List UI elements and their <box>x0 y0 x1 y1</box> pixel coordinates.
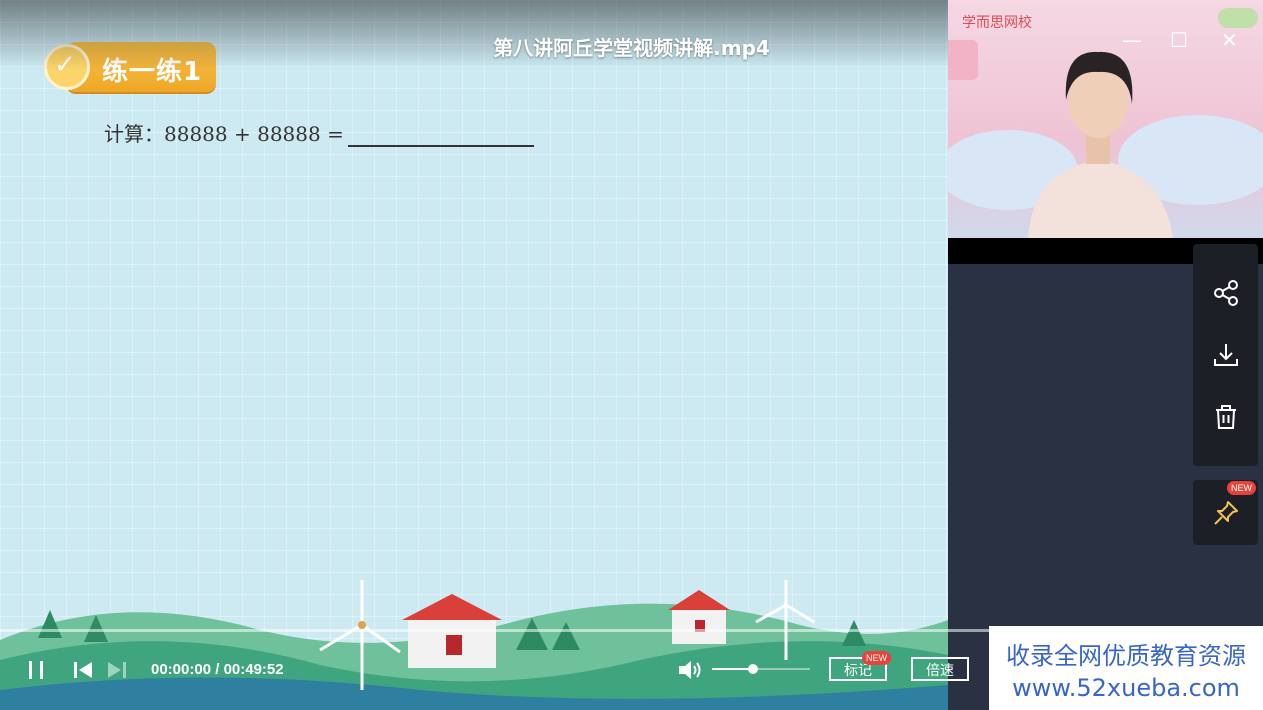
download-icon[interactable] <box>1211 340 1241 370</box>
pin-icon <box>1214 501 1238 525</box>
side-tool-panel <box>1193 244 1258 466</box>
presenter-illustration <box>948 8 1263 238</box>
question-prefix: 计算： <box>104 122 164 146</box>
volume-icon[interactable] <box>677 658 703 682</box>
volume-fill <box>712 668 754 670</box>
pause-icon[interactable] <box>26 660 48 680</box>
pin-button[interactable]: NEW <box>1193 480 1258 545</box>
pin-new-tag: NEW <box>1227 481 1256 495</box>
time-separator: / <box>211 661 224 678</box>
close-button[interactable]: ✕ <box>1221 28 1238 52</box>
time-display: 00:00:00 / 00:49:52 <box>151 661 284 678</box>
current-time: 00:00:00 <box>151 661 212 678</box>
next-icon[interactable] <box>106 660 128 680</box>
watermark-banner: 收录全网优质教育资源 www.52xueba.com <box>989 626 1263 710</box>
question-expression: 88888 + 88888 = <box>164 122 344 146</box>
landscape-illustration <box>0 580 948 710</box>
watermark-line2: www.52xueba.com <box>1012 674 1240 702</box>
minimize-button[interactable]: — <box>1122 28 1142 52</box>
maximize-button[interactable]: ☐ <box>1170 28 1188 52</box>
speed-button[interactable]: 倍速 <box>911 657 969 681</box>
answer-blank <box>347 125 534 147</box>
video-canvas[interactable]: ✓ 练一练1 计算：88888 + 88888 = <box>0 0 948 710</box>
brand-logo: 学而思网校 <box>962 15 1032 31</box>
trash-icon[interactable] <box>1211 402 1241 432</box>
share-icon[interactable] <box>1211 278 1241 308</box>
previous-icon[interactable] <box>72 660 94 680</box>
mark-new-tag: NEW <box>862 651 891 665</box>
presenter-camera: 学而思网校 <box>948 0 1263 238</box>
watermark-line1: 收录全网优质教育资源 <box>1006 642 1246 670</box>
total-time: 00:49:52 <box>223 661 284 678</box>
volume-slider[interactable] <box>712 664 810 674</box>
question-text: 计算：88888 + 88888 = <box>104 118 534 147</box>
